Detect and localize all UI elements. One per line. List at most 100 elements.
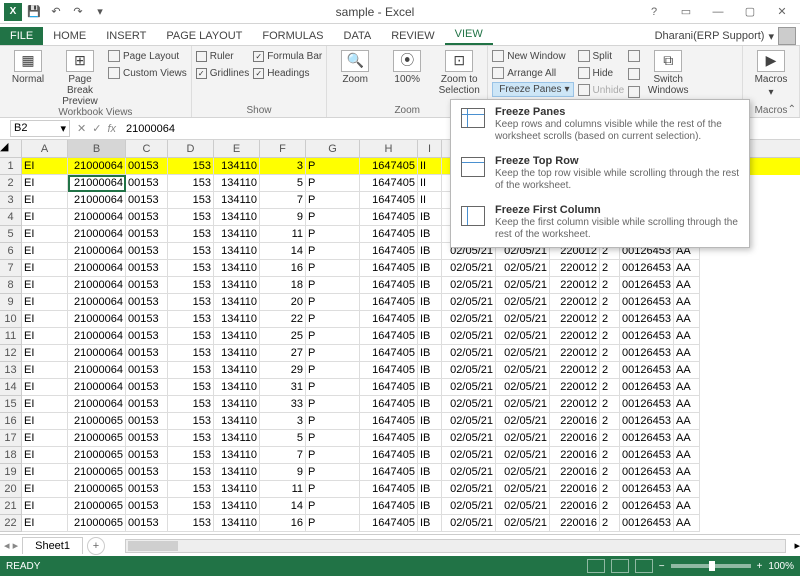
cell[interactable]: 1647405 [360, 430, 418, 447]
table-row[interactable]: 14EI210000640015315313411031P1647405IB02… [0, 379, 800, 396]
tab-review[interactable]: REVIEW [381, 27, 444, 45]
row-header[interactable]: 15 [0, 396, 22, 413]
cell[interactable]: IB [418, 209, 442, 226]
cell[interactable]: 220016 [550, 464, 600, 481]
cell[interactable]: 21000065 [68, 481, 126, 498]
cell[interactable]: AA [674, 328, 700, 345]
table-row[interactable]: 11EI210000640015315313411025P1647405IB02… [0, 328, 800, 345]
tab-formulas[interactable]: FORMULAS [252, 27, 333, 45]
cell[interactable]: 134110 [214, 481, 260, 498]
cell[interactable]: 02/05/21 [496, 481, 550, 498]
cell[interactable]: P [306, 464, 360, 481]
table-row[interactable]: 10EI210000640015315313411022P1647405IB02… [0, 311, 800, 328]
cell[interactable]: 2 [600, 515, 620, 532]
cell[interactable]: P [306, 243, 360, 260]
cell[interactable]: 02/05/21 [442, 396, 496, 413]
cell[interactable]: EI [22, 294, 68, 311]
cell[interactable]: 2 [600, 396, 620, 413]
cell[interactable]: EI [22, 243, 68, 260]
cell[interactable]: 1647405 [360, 311, 418, 328]
cell[interactable]: 220012 [550, 294, 600, 311]
cell[interactable]: 134110 [214, 515, 260, 532]
side-by-side-button[interactable] [628, 48, 640, 64]
cell[interactable]: 00153 [126, 226, 168, 243]
cell[interactable]: 220012 [550, 345, 600, 362]
cell[interactable]: 2 [600, 311, 620, 328]
cell[interactable]: 00126453 [620, 515, 674, 532]
cell[interactable]: 02/05/21 [442, 328, 496, 345]
cell[interactable]: EI [22, 464, 68, 481]
table-row[interactable]: 22EI210000650015315313411016P1647405IB02… [0, 515, 800, 532]
cell[interactable]: 153 [168, 328, 214, 345]
cell[interactable]: 02/05/21 [496, 447, 550, 464]
cell[interactable]: 00153 [126, 243, 168, 260]
cell[interactable]: EI [22, 447, 68, 464]
cell[interactable]: 21000065 [68, 447, 126, 464]
col-header[interactable]: H [360, 140, 418, 157]
cell[interactable]: 134110 [214, 498, 260, 515]
cell[interactable]: 00153 [126, 396, 168, 413]
row-header[interactable]: 7 [0, 260, 22, 277]
cell[interactable]: 00153 [126, 277, 168, 294]
cell[interactable]: 2 [600, 260, 620, 277]
horizontal-scrollbar[interactable] [125, 539, 786, 553]
unhide-button[interactable]: Unhide [578, 82, 625, 98]
cell[interactable]: 21000065 [68, 515, 126, 532]
cell[interactable]: 02/05/21 [442, 447, 496, 464]
cell[interactable]: 00126453 [620, 345, 674, 362]
cell[interactable]: IB [418, 345, 442, 362]
cell[interactable]: IB [418, 294, 442, 311]
new-window-button[interactable]: New Window [492, 48, 573, 64]
cell[interactable]: 153 [168, 175, 214, 192]
macros-button[interactable]: ▶Macros▾ [747, 48, 795, 98]
cell[interactable]: 134110 [214, 277, 260, 294]
cell[interactable]: EI [22, 362, 68, 379]
cell[interactable]: 00126453 [620, 498, 674, 515]
cell[interactable]: 1647405 [360, 379, 418, 396]
cell[interactable]: 00153 [126, 260, 168, 277]
cell[interactable]: 00126453 [620, 447, 674, 464]
col-header[interactable]: F [260, 140, 306, 157]
zoom-button[interactable]: 🔍Zoom [331, 48, 379, 85]
cell[interactable]: P [306, 379, 360, 396]
cell[interactable]: EI [22, 328, 68, 345]
table-row[interactable]: 9EI210000640015315313411020P1647405IB02/… [0, 294, 800, 311]
cell[interactable]: 220012 [550, 379, 600, 396]
cell[interactable]: 11 [260, 481, 306, 498]
cell[interactable]: 134110 [214, 243, 260, 260]
table-row[interactable]: 20EI210000650015315313411011P1647405IB02… [0, 481, 800, 498]
cell[interactable]: 1647405 [360, 260, 418, 277]
cell[interactable]: 00153 [126, 362, 168, 379]
cell[interactable]: P [306, 447, 360, 464]
cell[interactable]: IB [418, 464, 442, 481]
table-row[interactable]: 17EI21000065001531531341105P1647405IB02/… [0, 430, 800, 447]
cell[interactable]: IB [418, 396, 442, 413]
cell[interactable]: 134110 [214, 464, 260, 481]
cell[interactable]: 220012 [550, 396, 600, 413]
cell[interactable]: AA [674, 260, 700, 277]
row-header[interactable]: 1 [0, 158, 22, 175]
cell[interactable]: 00126453 [620, 430, 674, 447]
cell[interactable]: 00126453 [620, 277, 674, 294]
tab-page-layout[interactable]: PAGE LAYOUT [156, 27, 252, 45]
row-header[interactable]: 5 [0, 226, 22, 243]
cell[interactable]: 1647405 [360, 294, 418, 311]
row-header[interactable]: 9 [0, 294, 22, 311]
cell[interactable]: P [306, 175, 360, 192]
cell[interactable]: 134110 [214, 209, 260, 226]
cell[interactable]: 153 [168, 260, 214, 277]
reset-window-button[interactable] [628, 84, 640, 100]
cell[interactable]: 02/05/21 [442, 515, 496, 532]
tab-insert[interactable]: INSERT [96, 27, 156, 45]
cell[interactable]: 21000064 [68, 243, 126, 260]
cancel-formula-icon[interactable]: ✕ [77, 122, 86, 135]
cell[interactable]: 00153 [126, 447, 168, 464]
cell[interactable]: AA [674, 294, 700, 311]
cell[interactable]: 153 [168, 158, 214, 175]
cell[interactable]: 220012 [550, 277, 600, 294]
cell[interactable]: 02/05/21 [442, 379, 496, 396]
cell[interactable]: IB [418, 226, 442, 243]
cell[interactable]: 22 [260, 311, 306, 328]
undo-icon[interactable]: ↶ [46, 2, 66, 22]
cell[interactable]: 5 [260, 430, 306, 447]
